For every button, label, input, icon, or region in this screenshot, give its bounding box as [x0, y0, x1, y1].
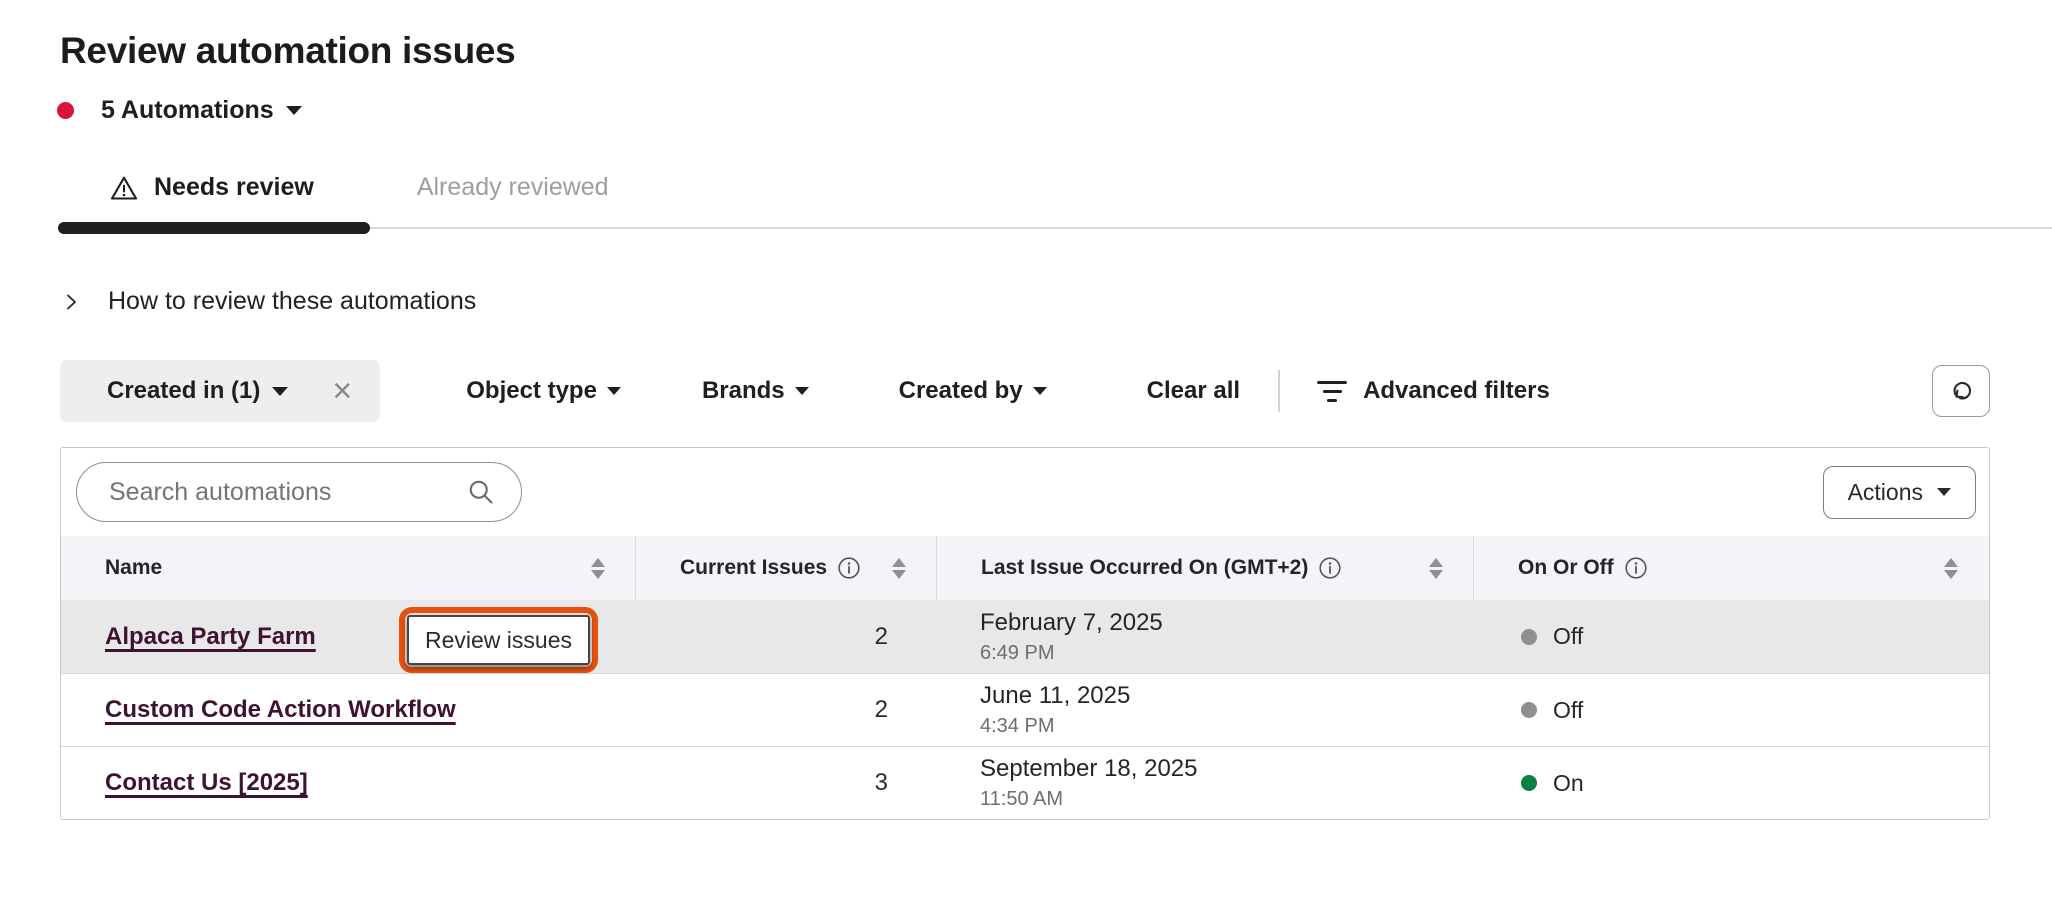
tab-label: Needs review [154, 173, 314, 202]
column-label: On Or Off [1518, 556, 1614, 580]
automation-link[interactable]: Custom Code Action Workflow [105, 696, 456, 724]
review-automation-issues-page: Review automation issues 5 Automations N… [0, 30, 2052, 902]
column-header-last-issue: Last Issue Occurred On (GMT+2) [936, 536, 1473, 600]
review-issues-button[interactable]: Review issues [407, 615, 590, 665]
remove-filter-icon[interactable]: × [332, 374, 352, 408]
status-label: Off [1553, 623, 1583, 650]
column-label: Last Issue Occurred On (GMT+2) [981, 556, 1308, 580]
chevron-down-icon [1033, 387, 1047, 395]
sort-toggle[interactable] [892, 558, 906, 579]
actions-label: Actions [1848, 479, 1923, 506]
undo-icon [1947, 377, 1975, 405]
filter-object-type-label: Object type [466, 377, 597, 405]
tab-bar: Needs review Already reviewed [110, 173, 2052, 202]
chevron-down-icon [607, 387, 621, 395]
table-row: Custom Code Action Workflow 2 June 11, 2… [61, 673, 1989, 746]
automation-count-label: 5 Automations [101, 96, 274, 125]
search-wrap [76, 462, 522, 522]
last-issue-date: September 18, 2025 [980, 755, 1198, 783]
tab-needs-review[interactable]: Needs review [110, 173, 314, 202]
column-header-name: Name [61, 536, 635, 600]
filter-created-by-label: Created by [899, 377, 1023, 405]
filter-brands-label: Brands [702, 377, 785, 405]
last-issue-date: June 11, 2025 [980, 682, 1130, 710]
automation-link[interactable]: Alpaca Party Farm [105, 623, 316, 651]
chevron-down-icon [272, 387, 288, 396]
chevron-down-icon [795, 387, 809, 395]
column-header-on-or-off: On Or Off [1473, 536, 1988, 600]
current-issues-value: 3 [635, 747, 936, 819]
filter-created-in[interactable]: Created in (1) × [60, 360, 380, 422]
last-issue-time: 4:34 PM [980, 715, 1054, 738]
table-toolbar: Actions [61, 448, 1989, 536]
last-issue-time: 6:49 PM [980, 642, 1054, 665]
chevron-right-icon [62, 293, 80, 311]
advanced-filters-button[interactable]: Advanced filters [1317, 377, 1550, 405]
status-label: On [1553, 770, 1584, 797]
status-dot [1521, 775, 1537, 791]
status-dot [1521, 629, 1537, 645]
info-icon[interactable] [1318, 556, 1342, 580]
tab-label: Already reviewed [417, 173, 609, 202]
divider [1278, 370, 1280, 412]
chevron-down-icon [286, 106, 302, 115]
filter-object-type[interactable]: Object type [466, 377, 621, 405]
howto-disclosure[interactable]: How to review these automations [62, 287, 2052, 316]
reset-view-button[interactable] [1932, 365, 1990, 417]
filter-created-by[interactable]: Created by [899, 377, 1047, 405]
status-dot [1521, 702, 1537, 718]
search-input[interactable] [76, 462, 522, 522]
automation-link[interactable]: Contact Us [2025] [105, 769, 308, 797]
table-row: Contact Us [2025] 3 September 18, 2025 1… [61, 746, 1989, 819]
automation-count-dropdown[interactable]: 5 Automations [57, 96, 2052, 125]
info-icon[interactable] [1624, 556, 1648, 580]
column-label: Current Issues [680, 556, 827, 580]
sort-toggle[interactable] [1944, 558, 1958, 579]
automations-table-card: Actions Name Current Issues [60, 447, 1990, 820]
actions-button[interactable]: Actions [1823, 466, 1976, 519]
filter-icon [1317, 381, 1347, 402]
clear-all-button[interactable]: Clear all [1147, 377, 1240, 405]
sort-toggle[interactable] [1429, 558, 1443, 579]
table-header-row: Name Current Issues Last Issue Occurred … [61, 536, 1989, 600]
sort-toggle[interactable] [591, 558, 605, 579]
filter-created-in-label: Created in (1) [107, 377, 260, 405]
column-header-current-issues: Current Issues [635, 536, 936, 600]
clear-all-label: Clear all [1147, 377, 1240, 405]
chevron-down-icon [1937, 488, 1951, 496]
info-icon[interactable] [837, 556, 861, 580]
current-issues-value: 2 [635, 600, 936, 673]
table-row: Alpaca Party Farm Review issues 2 Februa… [61, 600, 1989, 673]
status-label: Off [1553, 697, 1583, 724]
active-tab-indicator [58, 222, 370, 234]
tab-underline [0, 222, 2052, 235]
review-issues-highlight-box: Review issues [399, 607, 598, 673]
last-issue-time: 11:50 AM [980, 788, 1063, 811]
column-label: Name [105, 556, 162, 580]
page-title: Review automation issues [60, 30, 2052, 72]
filter-brands[interactable]: Brands [702, 377, 809, 405]
last-issue-date: February 7, 2025 [980, 609, 1163, 637]
current-issues-value: 2 [635, 674, 936, 746]
filter-bar: Created in (1) × Object type Brands Crea… [60, 360, 2052, 422]
red-dot-icon [57, 102, 74, 119]
search-icon [466, 477, 496, 507]
tab-already-reviewed[interactable]: Already reviewed [417, 173, 609, 202]
advanced-filters-label: Advanced filters [1363, 377, 1550, 405]
warning-icon [110, 175, 138, 201]
howto-label: How to review these automations [108, 287, 476, 316]
